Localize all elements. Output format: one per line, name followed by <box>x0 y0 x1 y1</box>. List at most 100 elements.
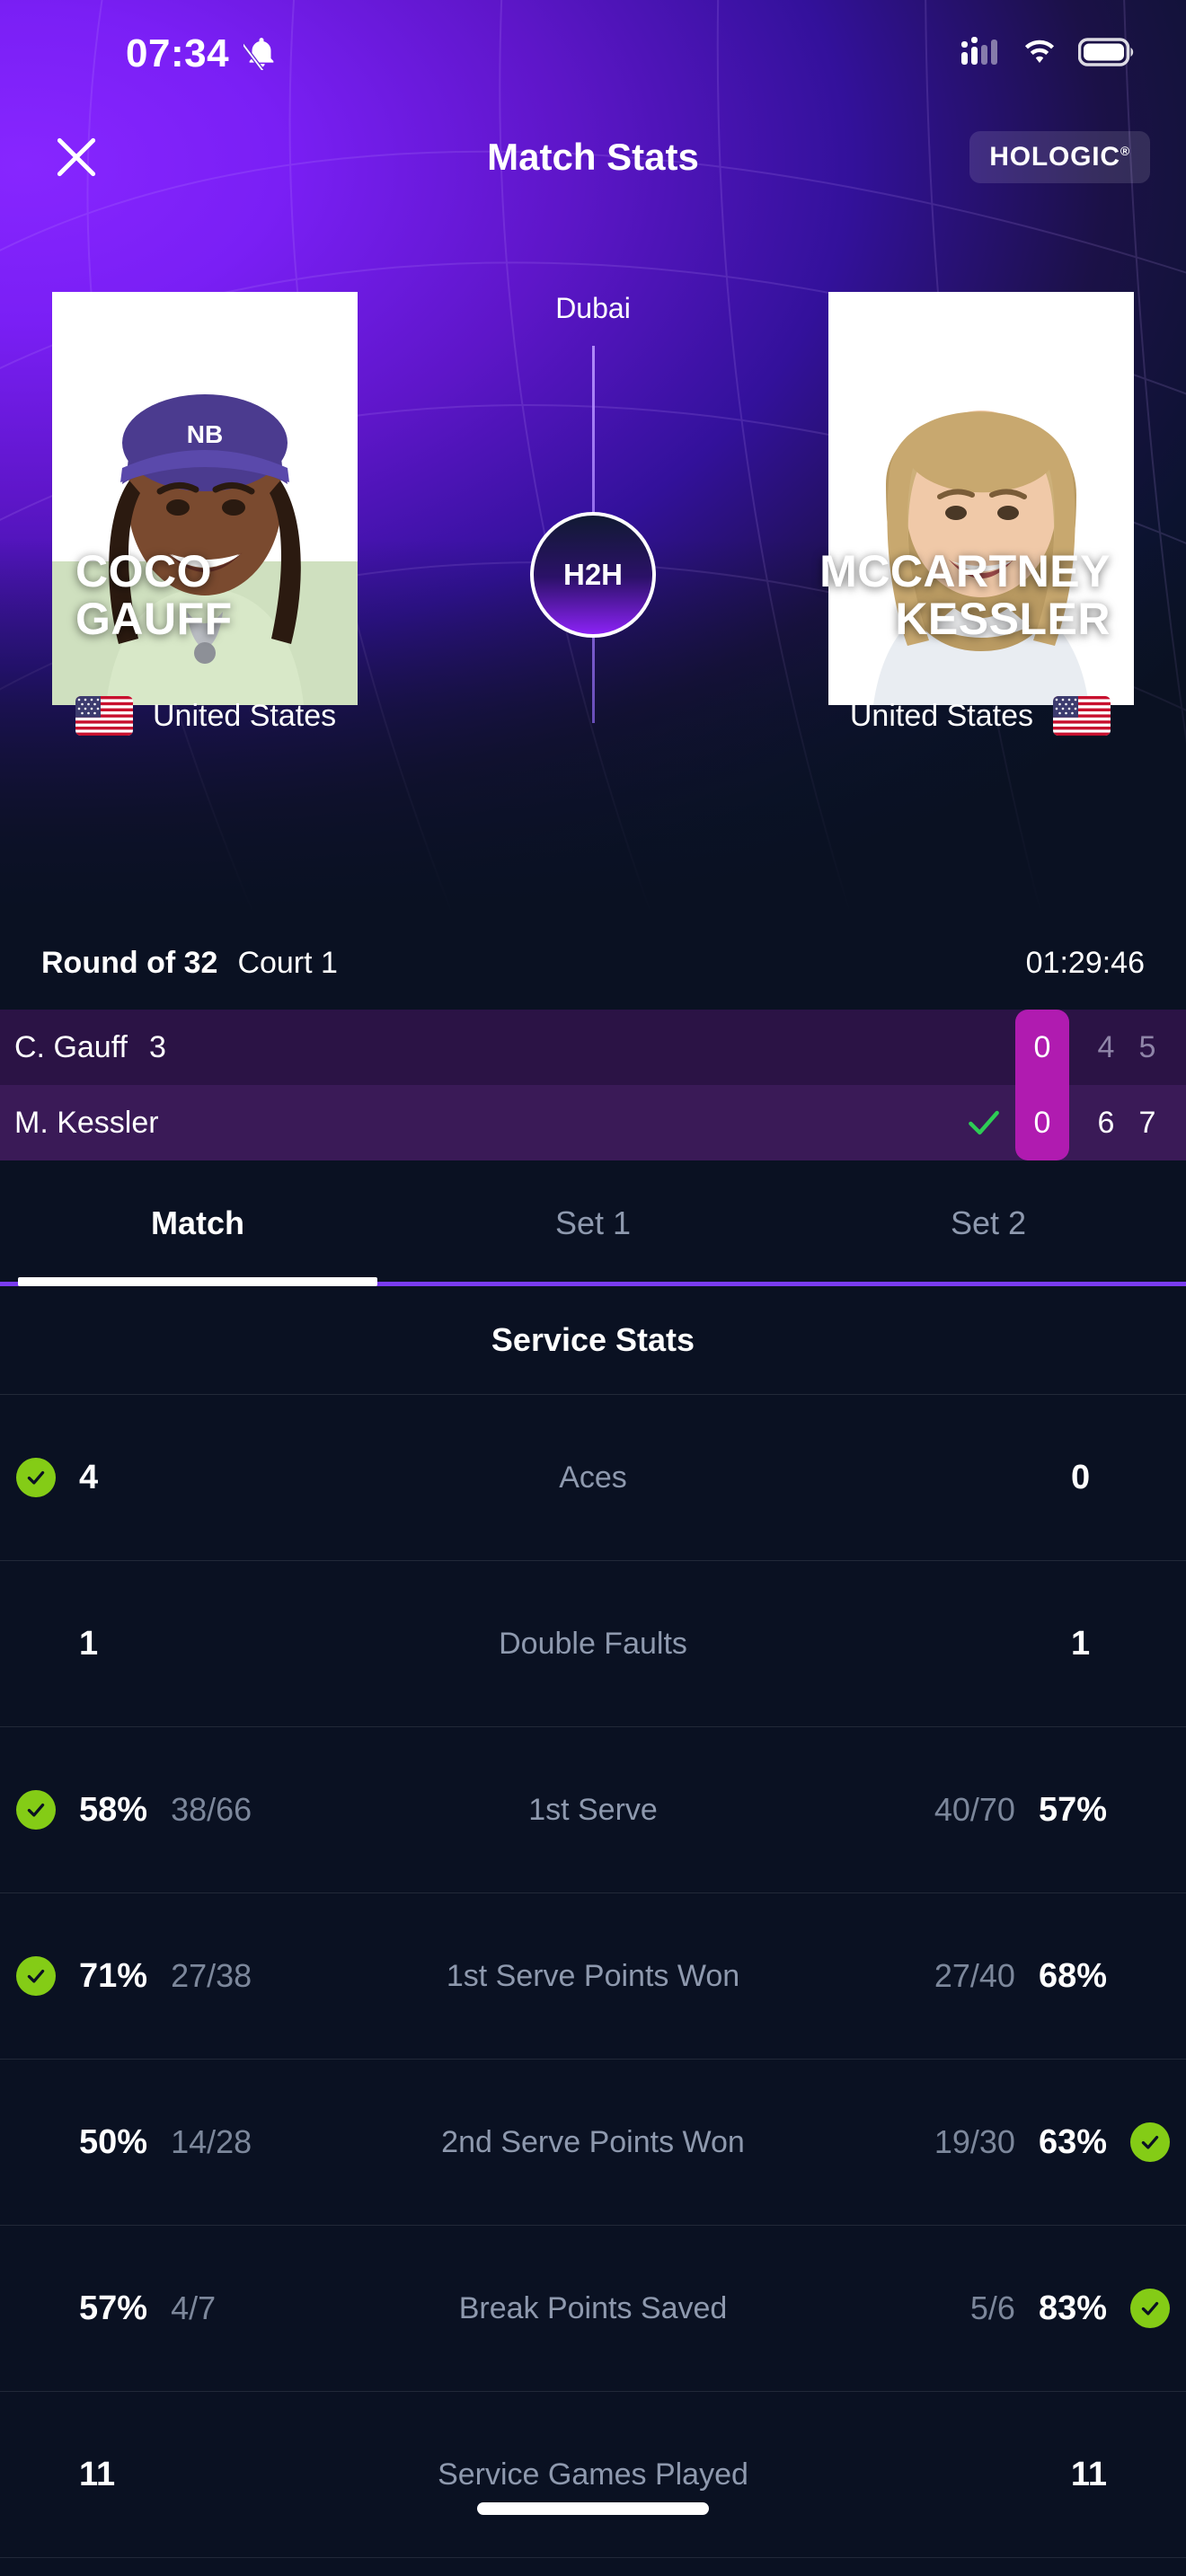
sponsor-label: HOLOGIC <box>989 142 1120 172</box>
match-meta-left: Round of 32 Court 1 <box>41 946 338 981</box>
winner-check-slot <box>952 1103 1015 1142</box>
stat-right-secondary: 40/70 <box>934 1791 1015 1828</box>
player-right-country-label: United States <box>849 698 1033 733</box>
stat-right: 27/40 68% <box>800 1956 1186 1996</box>
stat-left: 11 <box>0 2455 386 2494</box>
status-bar-left: 07:34 <box>0 31 279 76</box>
stat-label: 2nd Serve Points Won <box>441 2124 745 2159</box>
scoreboard-row[interactable]: M. Kessler 0 6 7 <box>0 1085 1186 1160</box>
stat-right: 19/30 63% <box>800 2122 1186 2162</box>
stats-section-title: Service Stats <box>491 1321 695 1358</box>
scoreboard-row-scores: 0 4 5 <box>952 1010 1186 1085</box>
svg-text:NB: NB <box>187 420 223 448</box>
stat-left: 58% 38/66 <box>0 1790 386 1830</box>
stat-left: 50% 14/28 <box>0 2122 386 2162</box>
set-scores: 4 5 <box>1069 1030 1186 1065</box>
scoreboard-row[interactable]: C. Gauff 3 0 4 5 <box>0 1010 1186 1085</box>
current-game-point: 0 <box>1015 1085 1069 1160</box>
stat-left: 1 <box>0 1624 386 1663</box>
sponsor-badge[interactable]: HOLOGIC® <box>969 131 1150 183</box>
stat-right: 40/70 57% <box>800 1790 1186 1830</box>
tab-label: Match <box>150 1204 244 1241</box>
set-score: 7 <box>1138 1105 1156 1140</box>
stat-right-primary: 0 <box>1071 1458 1091 1496</box>
status-bar: 07:34 <box>0 0 1186 108</box>
stat-row: 57% 4/7 Break Points Saved 5/6 83% <box>0 2225 1186 2391</box>
scoreboard-player-name: C. Gauff <box>14 1029 128 1064</box>
stat-left: 4 <box>0 1458 386 1497</box>
close-icon <box>57 137 96 177</box>
tab-set-2[interactable]: Set 2 <box>791 1160 1186 1286</box>
stat-left-primary: 1 <box>79 1624 99 1663</box>
us-flag-icon <box>75 696 133 736</box>
match-hero: 07:34 Match Stats HOLOGIC® NB COCO GAUFF… <box>0 0 1186 916</box>
stat-left-primary: 71% <box>79 1956 148 1995</box>
close-button[interactable] <box>36 117 117 198</box>
player-left-country: United States <box>75 696 336 736</box>
current-game-point: 0 <box>1015 1010 1069 1085</box>
stat-right-primary: 11 <box>1070 2455 1107 2493</box>
stat-right: 5/6 83% <box>800 2289 1186 2328</box>
stat-left-primary: 58% <box>79 1790 148 1829</box>
set-score: 6 <box>1097 1105 1115 1140</box>
stat-label: 1st Serve <box>528 1792 658 1827</box>
stat-left-primary: 50% <box>79 2122 148 2161</box>
match-round: Round of 32 <box>41 945 218 980</box>
players-section: NB COCO GAUFF United States MCCARTNEY KE… <box>0 207 1186 745</box>
stats-tabs[interactable]: Match Set 1 Set 2 <box>0 1160 1186 1286</box>
stat-row: 58% 38/66 1st Serve 40/70 57% <box>0 1726 1186 1892</box>
scoreboard-player-seed: 3 <box>149 1029 166 1064</box>
status-time: 07:34 <box>126 31 230 75</box>
stat-right-primary: 63% <box>1038 2122 1107 2161</box>
stat-right-primary: 68% <box>1038 1956 1107 1995</box>
stat-label: 1st Serve Points Won <box>446 1958 740 1993</box>
active-tab-indicator <box>18 1277 377 1286</box>
tab-set-1[interactable]: Set 1 <box>395 1160 791 1286</box>
stat-right-primary: 83% <box>1038 2289 1107 2327</box>
leader-check-icon <box>1130 2122 1170 2162</box>
match-meta-row: Round of 32 Court 1 01:29:46 <box>0 916 1186 1010</box>
stat-row: 1 Double Faults 1 <box>0 1560 1186 1726</box>
stat-right-secondary: 5/6 <box>969 2289 1015 2326</box>
scoreboard-player-name-block: C. Gauff 3 <box>0 1030 166 1065</box>
stat-right-primary: 57% <box>1038 1790 1107 1829</box>
stat-left-secondary: 38/66 <box>171 1791 252 1828</box>
stat-left-secondary: 4/7 <box>171 2289 217 2326</box>
title-bar: Match Stats HOLOGIC® <box>0 108 1186 207</box>
player-right-country: United States <box>850 696 1111 736</box>
h2h-button[interactable]: H2H <box>530 512 656 638</box>
scoreboard-row-scores: 0 6 7 <box>952 1085 1186 1160</box>
bell-off-icon <box>237 34 279 75</box>
match-stats-screen: 07:34 Match Stats HOLOGIC® NB COCO GAUFF… <box>0 0 1186 2576</box>
stat-left: 71% 27/38 <box>0 1956 386 1996</box>
stat-row: 71% 27/38 1st Serve Points Won 27/40 68% <box>0 1892 1186 2059</box>
check-icon <box>969 1110 999 1135</box>
scoreboard[interactable]: C. Gauff 3 0 4 5 M. Kessler 0 6 7 <box>0 1010 1186 1160</box>
home-indicator <box>477 2502 709 2515</box>
set-score: 4 <box>1097 1029 1115 1064</box>
set-scores: 6 7 <box>1069 1106 1186 1141</box>
stat-left-secondary: 14/28 <box>171 2123 252 2160</box>
stat-label: Aces <box>559 1460 627 1495</box>
player-left-first-name: COCO <box>75 546 212 596</box>
sponsor-trademark: ® <box>1120 144 1130 158</box>
scoreboard-player-name: M. Kessler <box>14 1105 159 1140</box>
stat-left-primary: 4 <box>79 1458 99 1496</box>
winner-check-slot <box>952 1028 1015 1067</box>
stat-row: 4 Aces 0 <box>0 1394 1186 1560</box>
tab-label: Set 2 <box>950 1204 1027 1241</box>
stats-section: Service Stats 4 Aces 0 1 Double Faults 1… <box>0 1286 1186 2576</box>
stat-left-primary: 57% <box>79 2289 148 2327</box>
player-right-last-name: KESSLER <box>895 594 1111 644</box>
stat-right: 0 <box>800 1458 1186 1497</box>
wifi-icon <box>1019 36 1060 73</box>
player-left-name: COCO GAUFF <box>75 548 462 643</box>
leader-check-icon <box>16 1956 56 1996</box>
stat-label: Break Points Saved <box>458 2290 728 2325</box>
set-score: 5 <box>1138 1029 1156 1064</box>
stat-right: 11 <box>800 2455 1186 2494</box>
stat-label: Service Games Played <box>438 2457 748 2492</box>
tab-match[interactable]: Match <box>0 1160 395 1286</box>
status-bar-right <box>960 36 1136 73</box>
signal-icon <box>960 36 1001 73</box>
